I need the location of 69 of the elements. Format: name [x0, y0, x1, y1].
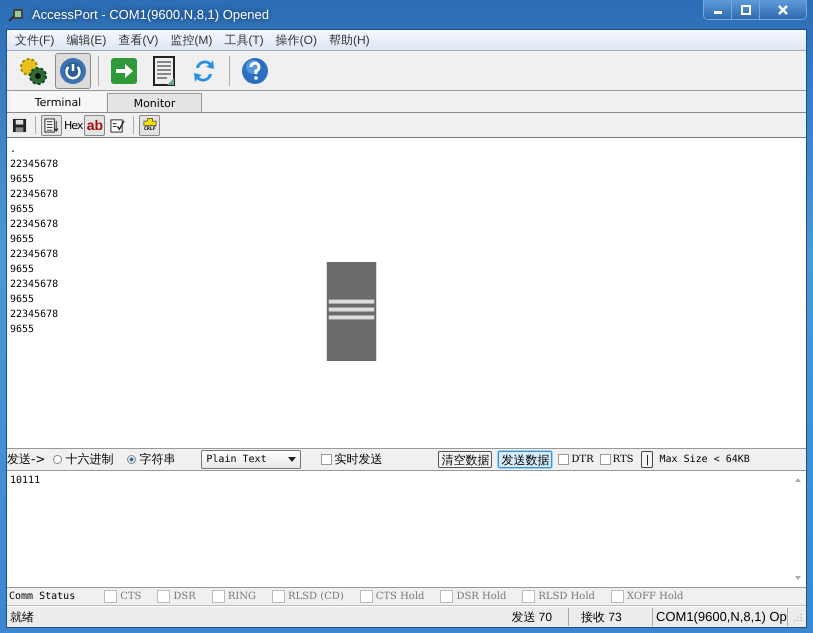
checkbox[interactable]: DTR	[558, 454, 594, 465]
app-icon	[8, 6, 24, 22]
received-line: 9655	[10, 173, 36, 187]
tab[interactable]: Terminal	[9, 91, 107, 112]
status-pane: 接收 73	[569, 608, 653, 626]
radio-button[interactable]: 字符串	[127, 451, 176, 468]
checkbox[interactable]: RING	[212, 590, 256, 603]
status-pane: 就绪	[9, 609, 35, 626]
list-icon	[44, 118, 59, 132]
list-button[interactable]	[41, 114, 62, 136]
minimize-button[interactable]	[704, 0, 732, 19]
menu-item[interactable]: 文件(F)	[9, 32, 60, 48]
push-button[interactable]: 清空数据	[438, 451, 492, 468]
received-line: 9655	[10, 263, 36, 277]
minimize-icon	[714, 11, 722, 14]
text-mode-button[interactable]: ab	[84, 114, 106, 136]
send-text: 10111	[9, 474, 42, 488]
received-line: 22345678	[10, 188, 60, 202]
checkbox[interactable]: DSR	[157, 590, 196, 603]
format-dropdown[interactable]: Plain Text	[201, 450, 302, 469]
send-label: 发送->	[7, 451, 46, 468]
power-button[interactable]	[55, 52, 91, 88]
received-line: 9655	[10, 323, 36, 337]
received-line: 22345678	[10, 158, 60, 172]
window-title: AccessPort - COM1(9600,N,8,1) Opened	[32, 7, 270, 22]
status-pane: COM1(9600,N,8,1) Op	[653, 608, 788, 626]
push-button[interactable]: 发送数据	[498, 451, 552, 468]
toggle-button[interactable]: |	[641, 451, 654, 468]
checkbox[interactable]: 实时发送	[321, 451, 382, 468]
menu-item[interactable]: 工具(T)	[218, 32, 270, 48]
tab[interactable]: Monitor	[107, 93, 202, 112]
received-line: 22345678	[10, 218, 60, 232]
checkbox[interactable]: XOFF Hold	[610, 590, 684, 603]
plus-icon	[142, 118, 157, 126]
received-line: .	[10, 143, 18, 157]
close-icon	[777, 4, 789, 14]
checkbox[interactable]: RTS	[600, 454, 634, 465]
radio-button[interactable]: 十六进制	[53, 451, 114, 468]
checkbox[interactable]: RLSD (CD)	[272, 590, 344, 603]
power-icon	[58, 56, 88, 86]
menu-item[interactable]: 监控(M)	[164, 32, 218, 48]
checkbox[interactable]: RLSD Hold	[522, 590, 595, 603]
menu-item[interactable]: 编辑(E)	[60, 32, 112, 48]
received-line: 9655	[10, 203, 36, 217]
close-button[interactable]	[760, 0, 806, 19]
checkbox[interactable]: DSR Hold	[440, 590, 506, 603]
gears-icon	[18, 56, 48, 86]
received-line: 22345678	[10, 278, 60, 292]
help-icon	[240, 56, 270, 86]
received-line: 22345678	[10, 248, 60, 262]
maximize-button[interactable]	[732, 0, 760, 19]
caret-icon	[288, 457, 296, 462]
received-line: 9655	[10, 293, 36, 307]
save-icon	[12, 118, 27, 132]
received-line: 22345678	[10, 308, 60, 322]
max-size-label: Max Size < 64KB	[659, 454, 750, 465]
checkbox[interactable]: CTS	[104, 590, 142, 603]
resize-grip-icon	[792, 612, 802, 622]
comm-status-label: Comm Status	[9, 591, 76, 602]
maximize-icon	[740, 4, 752, 14]
menu-item[interactable]: 查看(V)	[112, 32, 164, 48]
menu-item[interactable]: 帮助(H)	[322, 32, 376, 48]
status-pane: 发送 70	[475, 608, 569, 626]
menu-item[interactable]: 操作(O)	[270, 32, 323, 48]
checkbox[interactable]: CTS Hold	[360, 590, 424, 603]
hex-label: Hex	[64, 118, 82, 132]
received-line: 9655	[10, 233, 36, 247]
checklist-icon	[110, 118, 126, 132]
send-text-area[interactable]: 10111	[7, 471, 806, 588]
